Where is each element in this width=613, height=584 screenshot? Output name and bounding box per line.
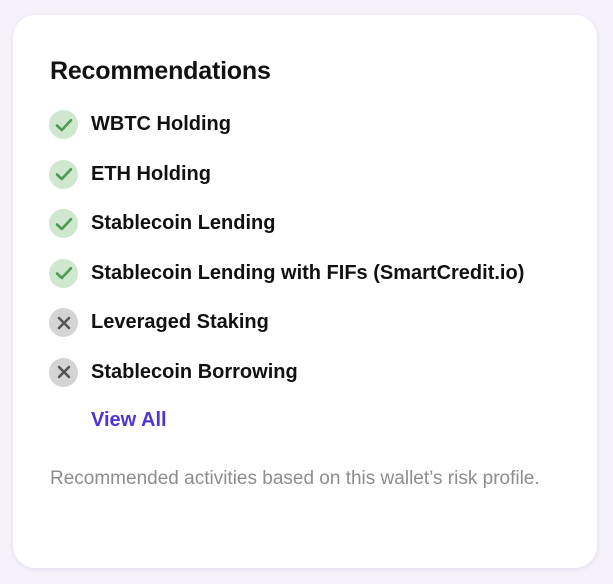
item-label: WBTC Holding	[91, 113, 231, 135]
recommendations-list: WBTC Holding ETH Holding Stablecoin Lend…	[49, 110, 524, 408]
list-item: WBTC Holding	[49, 110, 524, 139]
list-item: ETH Holding	[49, 159, 524, 189]
card-title: Recommendations	[50, 57, 271, 85]
cross-icon	[49, 357, 78, 387]
item-label: Stablecoin Lending with FIFs (SmartCredi…	[91, 261, 525, 284]
check-icon	[49, 159, 78, 189]
list-item: Stablecoin Lending with FIFs (SmartCredi…	[49, 258, 525, 288]
footer-note: Recommended activities based on this wal…	[50, 468, 540, 489]
item-label: Stablecoin Borrowing	[91, 360, 298, 383]
list-item: Stablecoin Borrowing	[49, 357, 524, 387]
item-label: Stablecoin Lending	[91, 212, 276, 235]
check-icon	[49, 110, 78, 139]
check-icon	[49, 209, 78, 239]
list-item: Stablecoin Lending	[49, 209, 524, 239]
list-item: Leveraged Staking	[49, 308, 524, 338]
check-icon	[49, 258, 78, 288]
cross-icon	[49, 308, 78, 338]
item-label: ETH Holding	[91, 162, 211, 185]
recommendations-card: Recommendations WBTC Holding ETH Holding…	[13, 15, 597, 568]
item-label: Leveraged Staking	[91, 311, 269, 334]
view-all-link[interactable]: View All	[91, 406, 167, 435]
